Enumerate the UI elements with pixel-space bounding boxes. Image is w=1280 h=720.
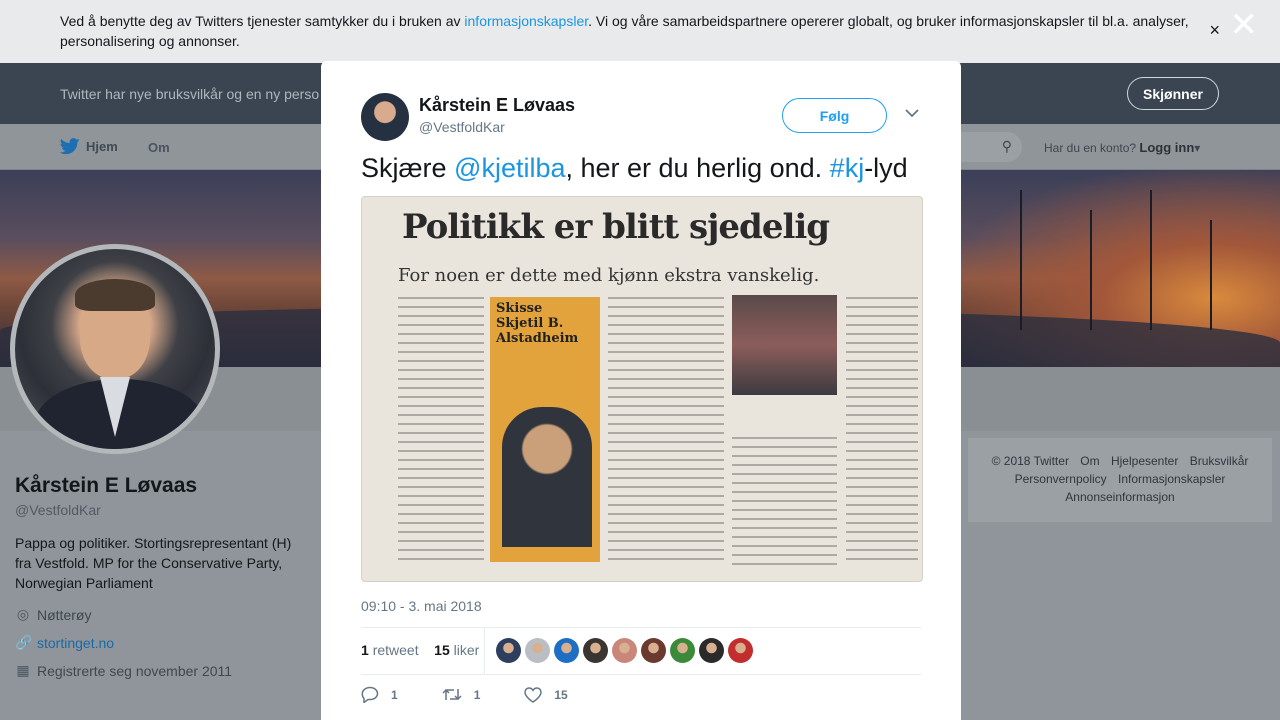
- tweet-author-name[interactable]: Kårstein E Løvaas: [419, 95, 575, 116]
- profile-website: 🔗 stortinget.no: [15, 634, 114, 651]
- tweet-author-avatar[interactable]: [361, 93, 409, 141]
- liker-avatar[interactable]: [699, 638, 724, 663]
- reply-count: 1: [391, 687, 398, 702]
- photo-byline: Skjetil B. Alstadheim: [496, 316, 579, 346]
- chevron-down-icon[interactable]: ▾: [1194, 141, 1200, 155]
- banner-mast: [1090, 210, 1092, 330]
- photo-skisse-box: Skisse Skjetil B. Alstadheim: [490, 297, 600, 562]
- likers-avatars: [496, 638, 753, 663]
- cookie-link[interactable]: informasjonskapsler: [464, 13, 588, 29]
- liker-avatar[interactable]: [612, 638, 637, 663]
- tweet-text-part: Skjære: [361, 153, 455, 183]
- profile-handle[interactable]: @VestfoldKar: [15, 502, 101, 518]
- cookie-close-icon[interactable]: ×: [1209, 20, 1220, 40]
- liker-avatar[interactable]: [728, 638, 753, 663]
- site-footer: © 2018 Twitter Om Hjelpesenter Bruksvilk…: [968, 438, 1272, 522]
- nav-about[interactable]: Om: [148, 140, 170, 155]
- calendar-icon: ▦: [16, 662, 30, 678]
- photo-text-column: [846, 297, 918, 567]
- link-icon: 🔗: [15, 634, 33, 650]
- liker-avatar[interactable]: [583, 638, 608, 663]
- profile-joined: ▦ Registrerte seg november 2011: [15, 662, 232, 679]
- photo-subhead: For noen er dette med kjønn ekstra vansk…: [398, 265, 820, 286]
- retweet-icon: [442, 688, 462, 701]
- photo-headline: Politikk er blitt sjedelig: [402, 207, 830, 247]
- liker-avatar[interactable]: [641, 638, 666, 663]
- retweet-button[interactable]: 1: [442, 686, 481, 703]
- liker-avatar[interactable]: [554, 638, 579, 663]
- liker-avatar[interactable]: [525, 638, 550, 663]
- close-modal-icon[interactable]: ✕: [1230, 8, 1259, 42]
- retweet-action-count: 1: [473, 687, 481, 702]
- tweet-stats: 1 retweet 15 liker: [361, 642, 479, 658]
- tweet-timestamp[interactable]: 09:10 - 3. mai 2018: [361, 598, 482, 614]
- profile-joined-text: Registrerte seg november 2011: [37, 662, 233, 679]
- photo-inset-picture: [732, 295, 837, 395]
- location-pin-icon: ◎: [16, 606, 30, 622]
- login-prompt: Har du en konto?: [1044, 141, 1137, 155]
- bird-icon: [60, 138, 80, 155]
- photo-text-column: [732, 437, 837, 567]
- profile-location-text: Nøtterøy: [37, 606, 92, 623]
- retweet-label[interactable]: retweet: [373, 642, 419, 658]
- footer-help[interactable]: Hjelpesenter: [1111, 454, 1178, 468]
- footer-copyright: © 2018 Twitter: [991, 454, 1069, 468]
- tweet-mention-link[interactable]: @kjetilba: [454, 153, 565, 183]
- footer-about[interactable]: Om: [1080, 454, 1099, 468]
- like-button[interactable]: 15: [524, 686, 568, 703]
- tweet-photo[interactable]: Politikk er blitt sjedelig For noen er d…: [361, 196, 923, 582]
- profile-website-link[interactable]: stortinget.no: [37, 635, 114, 651]
- reply-button[interactable]: 1: [361, 686, 398, 703]
- nav-home-label: Hjem: [86, 139, 118, 154]
- like-action-count: 15: [554, 687, 568, 702]
- liker-avatar[interactable]: [496, 638, 521, 663]
- banner-mast: [1020, 190, 1022, 330]
- tweet-hashtag-link[interactable]: #kj: [830, 153, 865, 183]
- profile-bio: Pappa og politiker. Stortingsrepresentan…: [15, 535, 292, 591]
- like-label[interactable]: liker: [454, 642, 480, 658]
- tweet-modal: Kårstein E Løvaas @VestfoldKar Følg Skjæ…: [321, 61, 961, 720]
- footer-cookies[interactable]: Informasjonskapsler: [1118, 472, 1225, 486]
- like-count[interactable]: 15: [434, 642, 450, 658]
- footer-privacy[interactable]: Personvernpolicy: [1015, 472, 1107, 486]
- follow-button[interactable]: Følg: [782, 98, 887, 133]
- tos-accept-button[interactable]: Skjønner: [1127, 77, 1219, 110]
- photo-kicker: Skisse Skjetil B. Alstadheim: [496, 301, 600, 346]
- tweet-text-part: -lyd: [864, 153, 908, 183]
- reply-icon: [361, 686, 379, 703]
- divider: [361, 674, 921, 675]
- chevron-down-icon[interactable]: [905, 105, 919, 121]
- cookie-banner: Ved å benytte deg av Twitters tjenester …: [0, 0, 1280, 63]
- profile-name[interactable]: Kårstein E Løvaas: [15, 474, 197, 498]
- retweet-count[interactable]: 1: [361, 642, 369, 658]
- banner-mast: [1150, 190, 1152, 330]
- banner-mast: [1210, 220, 1212, 330]
- cookie-text-before: Ved å benytte deg av Twitters tjenester …: [60, 13, 465, 29]
- tweet-text: Skjære @kjetilba, her er du herlig ond. …: [361, 153, 908, 184]
- divider: [484, 628, 485, 674]
- photo-kicker-label: Skisse: [496, 301, 543, 316]
- login-area: Har du en konto? Logg inn▾: [1044, 140, 1200, 155]
- footer-ads-info[interactable]: Annonseinformasjon: [1065, 490, 1174, 504]
- liker-avatar[interactable]: [670, 638, 695, 663]
- avatar[interactable]: [10, 244, 220, 454]
- tweet-author-handle[interactable]: @VestfoldKar: [419, 119, 505, 135]
- tweet-text-part: , her er du herlig ond.: [565, 153, 830, 183]
- search-icon[interactable]: ⚲: [1002, 138, 1012, 155]
- nav-home[interactable]: Hjem: [60, 138, 118, 155]
- photo-text-column: [398, 297, 484, 567]
- footer-terms[interactable]: Bruksvilkår: [1190, 454, 1249, 468]
- photo-columnist-portrait: [502, 407, 592, 547]
- divider: [361, 627, 921, 628]
- heart-icon: [524, 686, 543, 703]
- login-link[interactable]: Logg inn: [1139, 140, 1194, 155]
- profile-location: ◎ Nøtterøy: [15, 606, 92, 623]
- photo-text-column: [608, 297, 724, 567]
- tweet-actions: 1 1 15: [361, 686, 612, 703]
- tos-text: Twitter har nye bruksvilkår og en ny per…: [60, 86, 320, 102]
